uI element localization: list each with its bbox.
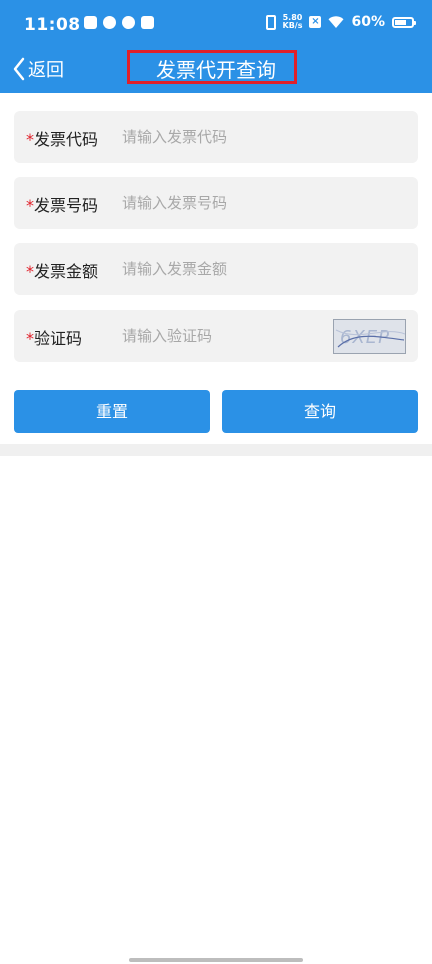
reset-button[interactable]: 重置: [14, 390, 210, 433]
invoice-amount-label-text: 发票金额: [34, 262, 99, 281]
query-button[interactable]: 查询: [222, 390, 418, 433]
notification-app-icon: [84, 16, 97, 29]
required-mark: *: [26, 329, 34, 348]
invoice-code-label: *发票代码: [26, 126, 98, 150]
screen: 11:08 5.80 KB/s × 60% 返回 发票代开查询 *发票代码 请输…: [0, 0, 432, 964]
required-mark: *: [26, 262, 34, 281]
invoice-code-label-text: 发票代码: [34, 130, 99, 149]
status-bar: 11:08 5.80 KB/s × 60%: [0, 0, 432, 48]
captcha-row: *验证码 6XEP: [14, 310, 418, 362]
invoice-amount-label: *发票金额: [26, 258, 98, 282]
captcha-input[interactable]: [122, 324, 322, 348]
notification-leaf-icon: [103, 16, 116, 29]
status-indicators: 5.80 KB/s × 60%: [265, 14, 416, 30]
battery-percent: 60%: [351, 14, 385, 30]
home-indicator[interactable]: [129, 958, 303, 962]
required-mark: *: [26, 196, 34, 215]
status-time: 11:08: [24, 15, 81, 35]
section-divider: [0, 444, 432, 456]
top-bar: 11:08 5.80 KB/s × 60% 返回 发票代开查询: [0, 0, 432, 93]
notification-icons: [84, 16, 154, 29]
wifi-icon: [328, 16, 344, 28]
net-speed: 5.80 KB/s: [283, 14, 303, 30]
invoice-code-row: *发票代码: [14, 111, 418, 163]
captcha-noise-icon: [335, 329, 405, 348]
captcha-label-text: 验证码: [34, 329, 83, 348]
notification-mail-icon: [141, 16, 154, 29]
net-speed-unit: KB/s: [282, 21, 303, 30]
invoice-number-label: *发票号码: [26, 192, 98, 216]
invoice-number-row: *发票号码: [14, 177, 418, 229]
notification-cloud-icon: [122, 16, 135, 29]
captcha-image[interactable]: 6XEP: [333, 319, 406, 354]
required-mark: *: [26, 130, 34, 149]
app-bar: 返回 发票代开查询: [0, 48, 432, 93]
no-sim-icon: ×: [309, 16, 322, 28]
battery-icon: [392, 16, 416, 28]
vibrate-icon: [265, 14, 276, 30]
invoice-amount-input[interactable]: [122, 257, 322, 281]
invoice-code-input[interactable]: [122, 125, 322, 149]
captcha-label: *验证码: [26, 325, 82, 349]
page-title: 发票代开查询: [156, 58, 276, 82]
invoice-amount-row: *发票金额: [14, 243, 418, 295]
invoice-number-input[interactable]: [122, 191, 322, 215]
invoice-number-label-text: 发票号码: [34, 196, 99, 215]
